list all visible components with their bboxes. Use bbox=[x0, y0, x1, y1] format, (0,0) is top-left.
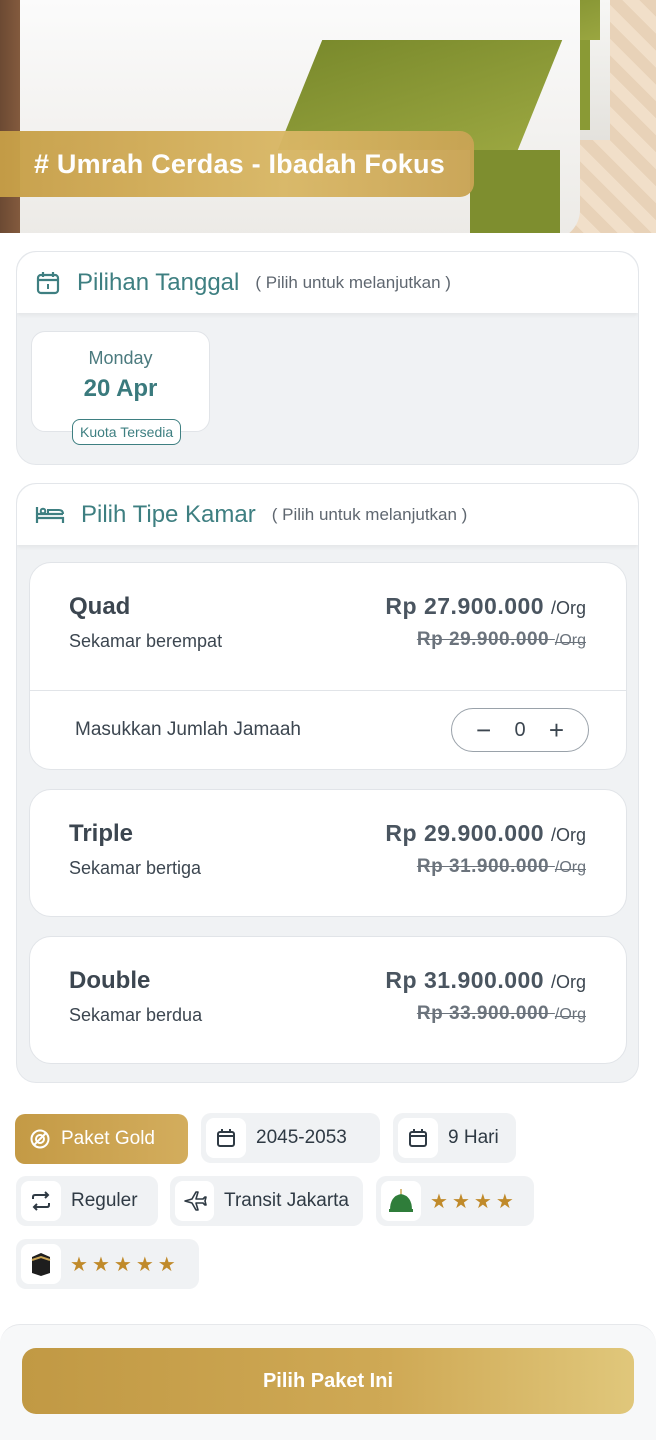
room-desc: Sekamar berdua bbox=[69, 1005, 203, 1025]
trip-type-label: Reguler bbox=[71, 1190, 138, 1211]
star-icon: ★ bbox=[430, 1190, 448, 1213]
room-price: Rp 29.900.000 /Org bbox=[385, 820, 586, 846]
date-section-title: Pilihan Tanggal bbox=[77, 268, 240, 296]
room-section-hint: ( Pilih untuk melanjutkan ) bbox=[271, 504, 468, 524]
room-old-price: Rp 33.900.000 /Org bbox=[416, 1003, 586, 1024]
year-range-tag: 2045-2053 bbox=[201, 1113, 380, 1163]
quantity-label: Masukkan Jumlah Jamaah bbox=[75, 719, 301, 740]
select-package-button[interactable]: Pilih Paket Ini bbox=[22, 1348, 634, 1414]
transit-tag: Transit Jakarta bbox=[170, 1176, 363, 1226]
quantity-value: 0 bbox=[514, 718, 526, 741]
room-option-quad[interactable]: Quad Sekamar berempat Rp 27.900.000 /Org… bbox=[29, 562, 627, 770]
room-price: Rp 27.900.000 /Org bbox=[385, 593, 586, 619]
package-title: # Umrah Cerdas - Ibadah Fokus bbox=[0, 131, 474, 197]
date-section-hint: ( Pilih untuk melanjutkan ) bbox=[255, 272, 451, 292]
room-section: Pilih Tipe Kamar ( Pilih untuk melanjutk… bbox=[16, 483, 639, 1083]
date-value: 20 Apr bbox=[83, 375, 158, 402]
star-icon: ★ bbox=[451, 1190, 470, 1213]
star-icon: ★ bbox=[113, 1253, 132, 1276]
star-icon: ★ bbox=[91, 1253, 110, 1276]
minus-button[interactable]: − bbox=[476, 717, 491, 743]
room-name: Double bbox=[69, 967, 151, 994]
airplane-icon bbox=[175, 1181, 215, 1221]
quantity-row: Masukkan Jumlah Jamaah − 0 + bbox=[30, 691, 626, 769]
calendar-icon bbox=[398, 1118, 438, 1158]
package-tier-tag: Paket Gold bbox=[15, 1114, 188, 1164]
star-icon: ★ bbox=[135, 1253, 154, 1276]
room-section-title: Pilih Tipe Kamar bbox=[81, 500, 256, 528]
date-option[interactable]: Monday 20 Apr Kuota Tersedia bbox=[31, 331, 210, 445]
date-day: Monday bbox=[88, 348, 153, 368]
gold-badge-icon bbox=[29, 1128, 51, 1150]
package-tier-label: Paket Gold bbox=[61, 1128, 155, 1149]
kaaba-icon bbox=[21, 1244, 61, 1284]
duration-label: 9 Hari bbox=[448, 1127, 499, 1148]
bed-icon bbox=[35, 504, 65, 526]
room-option-triple[interactable]: Triple Sekamar bertiga Rp 29.900.000 /Or… bbox=[29, 789, 627, 917]
room-option-double[interactable]: Double Sekamar berdua Rp 31.900.000 /Org… bbox=[29, 936, 627, 1064]
makkah-hotel-tag: ★ ★ ★ ★ ★ bbox=[16, 1239, 199, 1289]
room-name: Triple bbox=[69, 820, 134, 847]
madinah-hotel-tag: ★ ★ ★ ★ bbox=[376, 1176, 534, 1226]
duration-tag: 9 Hari bbox=[393, 1113, 516, 1163]
trip-type-tag: Reguler bbox=[16, 1176, 158, 1226]
bed-skirt-decor bbox=[470, 150, 560, 233]
room-old-price: Rp 29.900.000 /Org bbox=[416, 629, 586, 650]
star-icon: ★ bbox=[495, 1190, 514, 1213]
date-section-header: Pilihan Tanggal ( Pilih untuk melanjutka… bbox=[17, 252, 638, 313]
room-section-header: Pilih Tipe Kamar ( Pilih untuk melanjutk… bbox=[17, 484, 638, 545]
star-icon: ★ bbox=[157, 1253, 176, 1276]
room-old-price: Rp 31.900.000 /Org bbox=[416, 856, 586, 877]
transit-label: Transit Jakarta bbox=[224, 1190, 349, 1211]
date-section: Pilihan Tanggal ( Pilih untuk melanjutka… bbox=[16, 251, 639, 465]
room-name: Quad bbox=[69, 593, 131, 620]
hero-image bbox=[0, 0, 656, 233]
room-desc: Sekamar berempat bbox=[69, 631, 223, 651]
calendar-icon bbox=[35, 270, 61, 296]
repeat-icon bbox=[21, 1181, 61, 1221]
plus-button[interactable]: + bbox=[549, 717, 564, 743]
green-dome-icon bbox=[381, 1181, 421, 1221]
star-icon: ★ bbox=[473, 1190, 492, 1213]
room-price: Rp 31.900.000 /Org bbox=[385, 967, 586, 993]
madinah-hotel-rating: ★ ★ ★ ★ bbox=[430, 1189, 518, 1214]
star-icon: ★ bbox=[70, 1253, 88, 1276]
quota-badge: Kuota Tersedia bbox=[72, 419, 182, 445]
makkah-hotel-rating: ★ ★ ★ ★ ★ bbox=[70, 1252, 180, 1277]
year-range-label: 2045-2053 bbox=[256, 1127, 347, 1148]
calendar-icon bbox=[206, 1118, 246, 1158]
quantity-stepper[interactable]: − 0 + bbox=[451, 708, 589, 752]
room-desc: Sekamar bertiga bbox=[69, 858, 202, 878]
